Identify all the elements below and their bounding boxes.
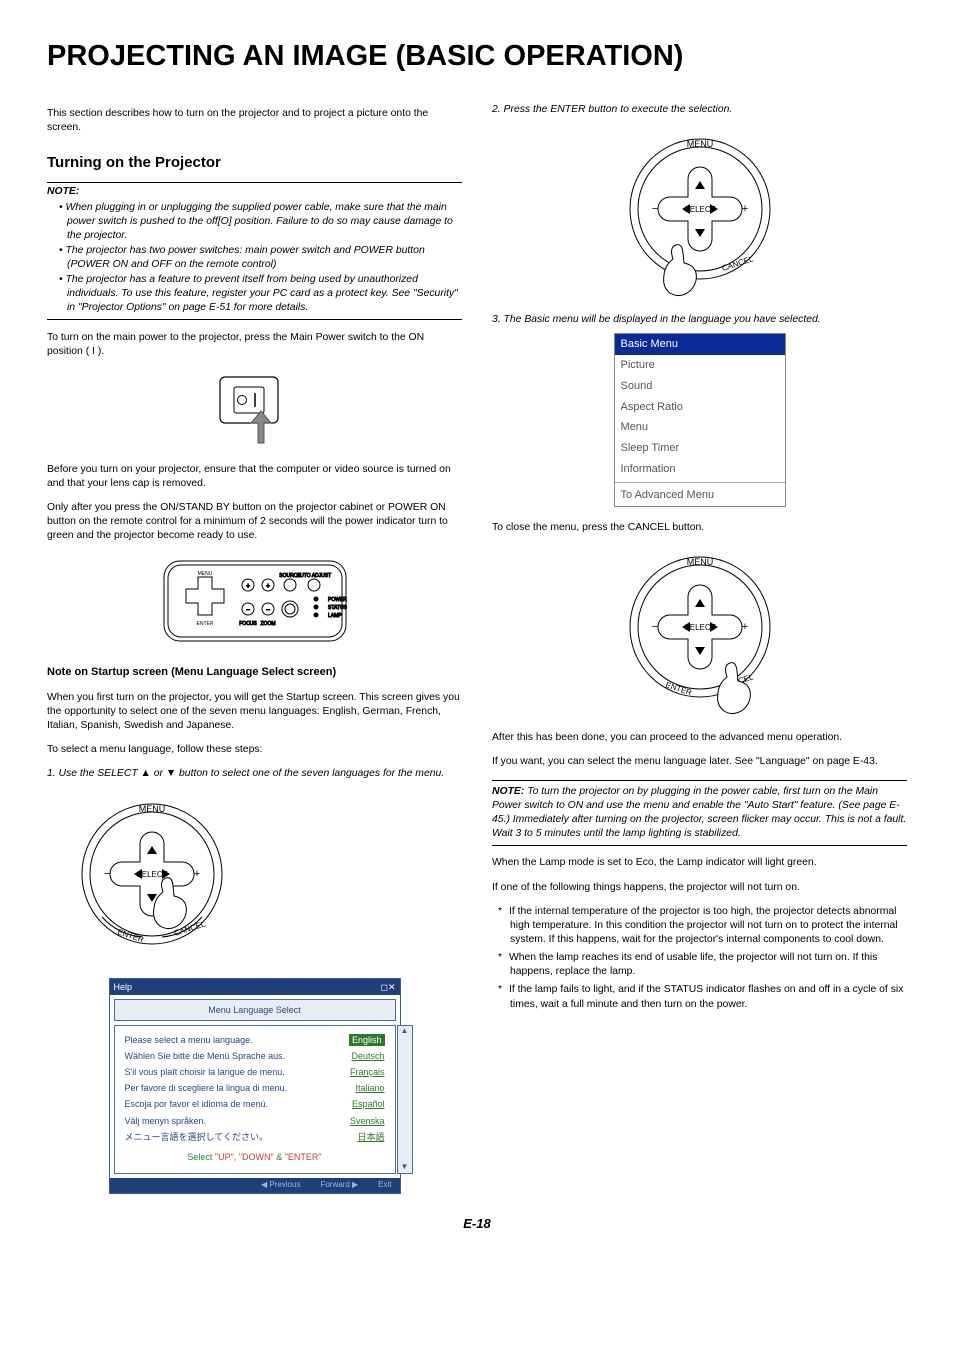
lang-option[interactable]: Français bbox=[350, 1066, 385, 1078]
svg-text:MENU: MENU bbox=[686, 557, 713, 567]
lang-option[interactable]: Italiano bbox=[355, 1082, 384, 1094]
heading-turning-on: Turning on the Projector bbox=[47, 153, 462, 173]
svg-text:AUTO ADJUST: AUTO ADJUST bbox=[296, 573, 330, 579]
paragraph: Only after you press the ON/STAND BY but… bbox=[47, 501, 462, 543]
note-item: When plugging in or unplugging the suppl… bbox=[59, 201, 462, 243]
lang-option[interactable]: Español bbox=[352, 1098, 385, 1110]
menu-item[interactable]: Sleep Timer bbox=[615, 438, 785, 459]
svg-text:+: + bbox=[741, 203, 747, 215]
scrollbar[interactable]: ▲▼ bbox=[397, 1025, 413, 1174]
svg-text:CANCEL: CANCEL bbox=[720, 254, 754, 273]
lang-prompt: Please select a menu language. bbox=[125, 1034, 253, 1046]
lang-option[interactable]: English bbox=[349, 1034, 385, 1046]
svg-text:SELECT: SELECT bbox=[684, 205, 715, 214]
label-menu: MENU bbox=[139, 804, 166, 814]
svg-text:LAMP: LAMP bbox=[328, 613, 342, 619]
window-header: Menu Language Select bbox=[114, 999, 396, 1021]
label-select: SELECT bbox=[136, 870, 167, 879]
figure-dpad-cancel: SELECT MENU − + ENTER CANCEL bbox=[492, 547, 907, 717]
lang-prompt: S'il vous plaît choisir la langue de men… bbox=[125, 1066, 285, 1078]
basic-menu: Basic Menu Picture Sound Aspect Ratio Me… bbox=[614, 333, 786, 507]
nav-exit[interactable]: Exit bbox=[378, 1180, 391, 1191]
svg-text:+: + bbox=[245, 583, 249, 590]
language-select-window: Help ◻✕ Menu Language Select Please sele… bbox=[109, 978, 401, 1194]
lang-prompt: Escoja por favor el idioma de menú. bbox=[125, 1098, 269, 1110]
paragraph: When the Lamp mode is set to Eco, the La… bbox=[492, 856, 907, 870]
paragraph: Before you turn on your projector, ensur… bbox=[47, 463, 462, 491]
lang-prompt: Per favore di scegliere la lingua di men… bbox=[125, 1082, 288, 1094]
window-title: Help bbox=[114, 981, 133, 993]
menu-item[interactable]: Picture bbox=[615, 355, 785, 376]
svg-text:ENTER: ENTER bbox=[196, 621, 213, 627]
menu-item[interactable]: Information bbox=[615, 459, 785, 480]
window-controls-icon: ◻✕ bbox=[380, 981, 395, 993]
heading-startup: Note on Startup screen (Menu Language Se… bbox=[47, 665, 462, 680]
svg-text:STATUS: STATUS bbox=[328, 605, 348, 611]
paragraph: If you want, you can select the menu lan… bbox=[492, 755, 907, 769]
svg-text:POWER: POWER bbox=[328, 597, 347, 603]
note-box: NOTE: When plugging in or unplugging the… bbox=[47, 182, 462, 320]
svg-text:−: − bbox=[651, 203, 657, 215]
note-item: The projector has two power switches: ma… bbox=[59, 244, 462, 272]
page-title: PROJECTING AN IMAGE (BASIC OPERATION) bbox=[47, 40, 907, 73]
lang-prompt: メニュー言語を選択してください。 bbox=[125, 1131, 268, 1143]
step-1: 1. Use the SELECT ▲ or ▼ button to selec… bbox=[47, 767, 462, 781]
svg-text:MENU: MENU bbox=[197, 571, 212, 577]
svg-text:MENU: MENU bbox=[686, 139, 713, 149]
troubleshoot-list: If the internal temperature of the proje… bbox=[492, 905, 907, 1011]
figure-dpad-select: SELECT MENU − + ENTER CANCEL bbox=[47, 794, 462, 964]
lang-option[interactable]: Svenska bbox=[350, 1115, 385, 1127]
svg-text:+: + bbox=[265, 583, 269, 590]
nav-forward[interactable]: Forward ▶ bbox=[320, 1180, 358, 1191]
step-2: 2. Press the ENTER button to execute the… bbox=[492, 103, 907, 117]
svg-text:−: − bbox=[265, 607, 269, 614]
figure-control-panel: MENU ENTER + − FOCUS + − ZOOM SOURCE AUT… bbox=[47, 555, 462, 651]
figure-power-switch bbox=[47, 371, 462, 449]
paragraph: To select a menu language, follow these … bbox=[47, 743, 462, 757]
svg-text:ZOOM: ZOOM bbox=[260, 621, 275, 627]
menu-title: Basic Menu bbox=[615, 334, 785, 355]
list-item: If the internal temperature of the proje… bbox=[492, 905, 907, 947]
paragraph: When you first turn on the projector, yo… bbox=[47, 691, 462, 733]
nav-previous[interactable]: ◀ Previous bbox=[261, 1180, 301, 1191]
list-item: When the lamp reaches its end of usable … bbox=[492, 951, 907, 979]
menu-item[interactable]: Aspect Ratio bbox=[615, 397, 785, 418]
lang-option[interactable]: 日本語 bbox=[357, 1131, 384, 1143]
lang-prompt: Wählen Sie bitte die Menü Sprache aus. bbox=[125, 1050, 286, 1062]
figure-dpad-enter: SELECT MENU − + ENTER CANCEL bbox=[492, 129, 907, 299]
svg-text:−: − bbox=[245, 607, 249, 614]
svg-text:ENTER: ENTER bbox=[664, 680, 693, 697]
menu-item[interactable]: Sound bbox=[615, 376, 785, 397]
intro-text: This section describes how to turn on th… bbox=[47, 107, 462, 135]
page-number: E-18 bbox=[47, 1216, 907, 1231]
note-item: The projector has a feature to prevent i… bbox=[59, 273, 462, 315]
svg-text:−: − bbox=[651, 621, 657, 633]
svg-text:SELECT: SELECT bbox=[684, 623, 715, 632]
window-footer: Select "UP", "DOWN" & "ENTER" bbox=[125, 1145, 385, 1165]
paragraph: To close the menu, press the CANCEL butt… bbox=[492, 521, 907, 535]
menu-item[interactable]: Menu bbox=[615, 417, 785, 438]
minus-icon: − bbox=[104, 868, 110, 880]
note-autostart: NOTE: To turn the projector on by pluggi… bbox=[492, 780, 907, 846]
paragraph: To turn on the main power to the project… bbox=[47, 331, 462, 359]
lang-prompt: Välj menyn språken. bbox=[125, 1115, 207, 1127]
left-column: This section describes how to turn on th… bbox=[47, 97, 462, 1194]
step-3: 3. The Basic menu will be displayed in t… bbox=[492, 313, 907, 327]
paragraph: If one of the following things happens, … bbox=[492, 881, 907, 895]
label-enter: ENTER bbox=[116, 927, 145, 944]
note-label: NOTE: bbox=[47, 185, 462, 199]
menu-item[interactable]: To Advanced Menu bbox=[615, 485, 785, 506]
list-item: If the lamp fails to light, and if the S… bbox=[492, 983, 907, 1011]
paragraph: After this has been done, you can procee… bbox=[492, 731, 907, 745]
svg-text:FOCUS: FOCUS bbox=[239, 621, 257, 627]
plus-icon: + bbox=[194, 868, 200, 880]
svg-text:+: + bbox=[741, 621, 747, 633]
lang-option[interactable]: Deutsch bbox=[351, 1050, 384, 1062]
right-column: 2. Press the ENTER button to execute the… bbox=[492, 97, 907, 1194]
